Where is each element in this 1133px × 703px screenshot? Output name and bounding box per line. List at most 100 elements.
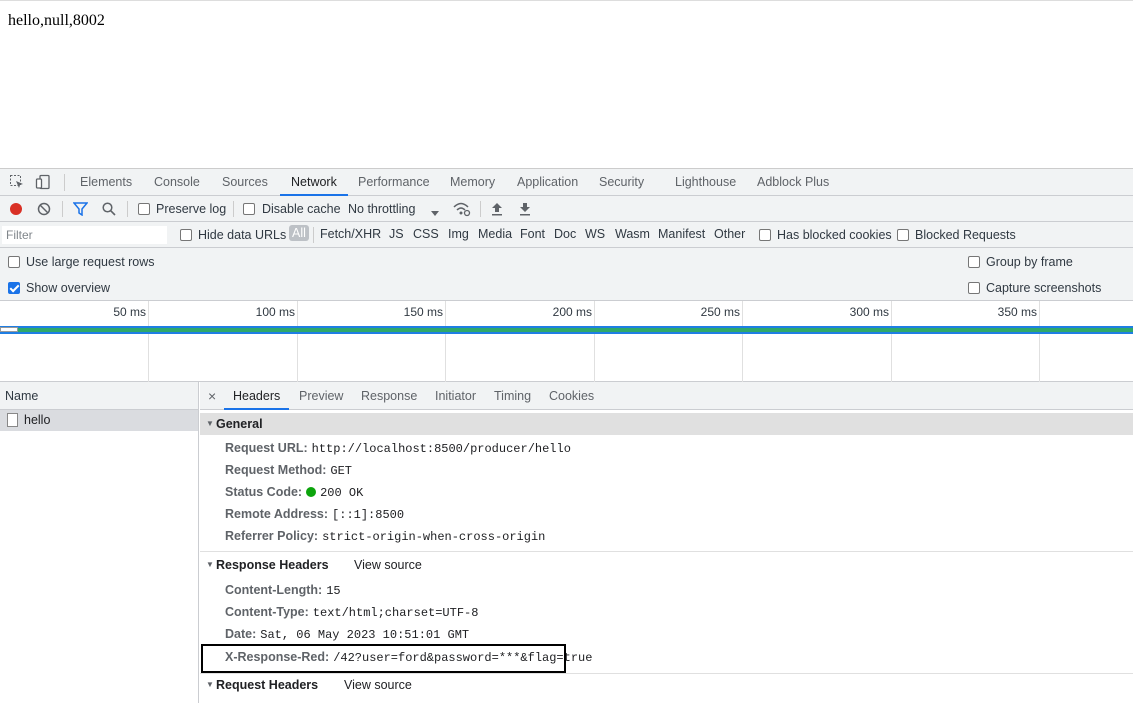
record-icon[interactable] xyxy=(9,202,23,219)
response-headers-section-header[interactable]: ▼ Response Headers View source xyxy=(200,554,1133,576)
tab-cookies[interactable]: Cookies xyxy=(549,382,594,410)
overview-tick-label: 150 ms xyxy=(403,305,443,319)
device-toolbar-icon[interactable] xyxy=(35,174,51,190)
clear-icon[interactable] xyxy=(37,202,51,219)
overview-gridline xyxy=(297,301,298,382)
tab-response[interactable]: Response xyxy=(361,382,417,410)
tab-performance[interactable]: Performance xyxy=(358,169,430,196)
header-value: strict-origin-when-cross-origin xyxy=(322,530,546,544)
tab-timing[interactable]: Timing xyxy=(494,382,531,410)
search-icon[interactable] xyxy=(102,202,116,219)
blocked-requests-checkbox[interactable] xyxy=(897,229,909,241)
tab-preview[interactable]: Preview xyxy=(299,382,343,410)
page-body-text: hello,null,8002 xyxy=(8,12,105,29)
inspect-element-icon[interactable] xyxy=(9,174,25,190)
toolbar-separator xyxy=(127,201,128,217)
has-blocked-cookies-checkbox[interactable] xyxy=(759,229,771,241)
overview-request-bar-fill xyxy=(18,328,1133,332)
status-ok-icon xyxy=(306,487,317,497)
overview-tick-label: 100 ms xyxy=(255,305,295,319)
filter-type-doc[interactable]: Doc xyxy=(554,227,576,241)
header-value: http://localhost:8500/producer/hello xyxy=(311,442,571,456)
group-by-frame-checkbox[interactable] xyxy=(968,256,980,268)
preserve-log-checkbox[interactable] xyxy=(138,203,150,215)
overview-gridline xyxy=(594,301,595,382)
import-har-icon[interactable] xyxy=(491,202,503,219)
filter-type-img[interactable]: Img xyxy=(448,227,469,241)
request-headers-title: Request Headers xyxy=(216,678,319,692)
tab-memory[interactable]: Memory xyxy=(450,169,495,196)
tab-sources[interactable]: Sources xyxy=(222,169,268,196)
overview-gridline xyxy=(742,301,743,382)
capture-screenshots-label: Capture screenshots xyxy=(986,281,1102,295)
tab-bar-separator xyxy=(64,174,65,191)
tab-console[interactable]: Console xyxy=(154,169,200,196)
has-blocked-cookies-label: Has blocked cookies xyxy=(777,228,892,242)
close-icon[interactable]: × xyxy=(208,382,216,410)
request-name: hello xyxy=(24,413,51,427)
filter-type-other[interactable]: Other xyxy=(714,227,745,241)
tab-application[interactable]: Application xyxy=(517,169,578,196)
overview-gridline xyxy=(1039,301,1040,382)
overview-tick-label: 350 ms xyxy=(997,305,1037,319)
header-row-request-method: Request Method: GET xyxy=(225,463,352,478)
tab-initiator[interactable]: Initiator xyxy=(435,382,476,410)
overview-gridline xyxy=(891,301,892,382)
show-overview-checkbox[interactable] xyxy=(8,282,20,294)
large-rows-label: Use large request rows xyxy=(26,255,155,269)
overview-tick-label: 250 ms xyxy=(700,305,740,319)
filter-type-js[interactable]: JS xyxy=(389,227,404,241)
tab-elements[interactable]: Elements xyxy=(80,169,132,196)
view-source-button[interactable]: View source xyxy=(354,554,422,576)
name-column-header[interactable]: Name xyxy=(0,382,198,410)
filter-type-manifest[interactable]: Manifest xyxy=(658,227,705,241)
network-conditions-icon[interactable] xyxy=(453,201,471,220)
general-section-header[interactable]: ▼ General xyxy=(200,413,1133,435)
filter-type-fetch-xhr[interactable]: Fetch/XHR xyxy=(320,227,381,241)
request-row[interactable]: hello xyxy=(0,410,198,431)
filter-icon[interactable] xyxy=(72,202,89,219)
overview-tick-label: 200 ms xyxy=(552,305,592,319)
throttling-select[interactable]: No throttling xyxy=(348,202,415,216)
disable-cache-checkbox[interactable] xyxy=(243,203,255,215)
filter-type-wasm[interactable]: Wasm xyxy=(615,227,650,241)
filter-type-all[interactable]: All xyxy=(289,225,309,241)
view-source-button[interactable]: View source xyxy=(344,674,412,696)
devtools-tab-bar: Elements Console Sources Network Perform… xyxy=(0,169,1133,196)
filter-type-media[interactable]: Media xyxy=(478,227,512,241)
tab-lighthouse[interactable]: Lighthouse xyxy=(675,169,736,196)
export-har-icon[interactable] xyxy=(519,202,531,219)
response-headers-title: Response Headers xyxy=(216,558,329,572)
filter-type-ws[interactable]: WS xyxy=(585,227,605,241)
overview-gridline xyxy=(148,301,149,382)
tab-headers[interactable]: Headers xyxy=(224,382,290,410)
toolbar-separator xyxy=(480,201,481,217)
tab-adblock-plus[interactable]: Adblock Plus xyxy=(757,169,829,196)
chevron-down-icon[interactable] xyxy=(431,206,439,220)
tab-network[interactable]: Network xyxy=(280,169,348,196)
network-toolbar: Preserve log Disable cache No throttling xyxy=(0,196,1133,222)
network-overview[interactable]: 50 ms 100 ms 150 ms 200 ms 250 ms 300 ms… xyxy=(0,301,1133,382)
header-row-request-url: Request URL: http://localhost:8500/produc… xyxy=(225,441,571,456)
header-row-content-length: Content-Length: 15 xyxy=(225,583,341,598)
header-key: Remote Address: xyxy=(225,507,329,521)
overview-gridline xyxy=(445,301,446,382)
filter-type-css[interactable]: CSS xyxy=(413,227,439,241)
overview-window-handle[interactable] xyxy=(0,327,18,332)
capture-screenshots-checkbox[interactable] xyxy=(968,282,980,294)
filter-type-font[interactable]: Font xyxy=(520,227,545,241)
header-value: [::1]:8500 xyxy=(332,508,405,522)
filter-input[interactable] xyxy=(2,226,167,244)
request-headers-section-header[interactable]: ▼ Request Headers View source xyxy=(200,674,1133,696)
header-key: Request URL: xyxy=(225,441,308,455)
header-key: Content-Type: xyxy=(225,605,309,619)
request-list: Name hello xyxy=(0,382,199,703)
header-key: Referrer Policy: xyxy=(225,529,319,543)
large-rows-checkbox[interactable] xyxy=(8,256,20,268)
devtools-panel: Elements Console Sources Network Perform… xyxy=(0,168,1133,703)
tab-security[interactable]: Security xyxy=(599,169,644,196)
hide-data-urls-checkbox[interactable] xyxy=(180,229,192,241)
disable-cache-label: Disable cache xyxy=(262,202,341,216)
triangle-down-icon: ▼ xyxy=(206,419,214,428)
blocked-requests-label: Blocked Requests xyxy=(915,228,1016,242)
